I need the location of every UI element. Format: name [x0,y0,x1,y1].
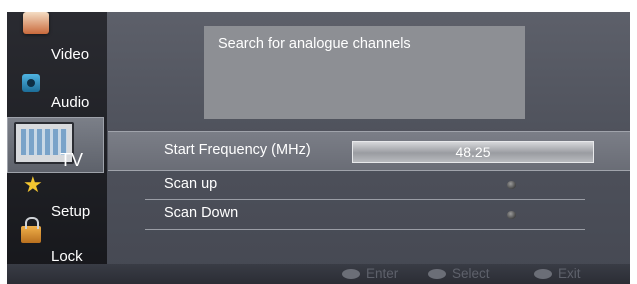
sidebar-item-tv[interactable]: TV [7,117,104,173]
select-button-icon [428,269,446,280]
divider [145,199,585,200]
scan-up-option[interactable]: Scan up [164,176,217,192]
sidebar-item-label: Lock [51,248,83,265]
scan-down-option[interactable]: Scan Down [164,205,238,221]
sidebar-menu: Video Audio TV ★ Setup Lock [7,12,107,284]
start-frequency-field[interactable]: 48.25 [352,141,594,163]
enter-button-icon [342,269,360,280]
start-frequency-label: Start Frequency (MHz) [164,142,311,158]
lock-icon [21,217,41,243]
divider [145,229,585,230]
video-icon [23,12,49,34]
exit-hint: Exit [534,266,581,281]
audio-icon [22,74,40,92]
select-hint: Select [428,266,490,281]
sidebar-item-label: Setup [51,203,91,220]
sidebar-item-setup[interactable]: ★ Setup [7,172,107,221]
sidebar-item-label: TV [60,150,84,170]
enter-hint: Enter [342,266,398,281]
tv-menu-screen: Video Audio TV ★ Setup Lock Search for a… [7,12,630,284]
sidebar-item-lock[interactable]: Lock [7,217,107,265]
info-message-box: Search for analogue channels [204,26,525,119]
star-icon: ★ [23,172,43,197]
scan-down-button-icon[interactable] [507,211,516,219]
sidebar-item-label: Audio [51,94,90,111]
scan-up-button-icon[interactable] [507,181,516,189]
info-message: Search for analogue channels [218,36,411,52]
sidebar-item-label: Video [51,46,90,63]
exit-button-icon [534,269,552,280]
footer-hint-bar: Enter Select Exit [7,264,630,284]
sidebar-item-audio[interactable]: Audio [7,74,107,114]
sidebar-item-video[interactable]: Video [7,12,107,68]
